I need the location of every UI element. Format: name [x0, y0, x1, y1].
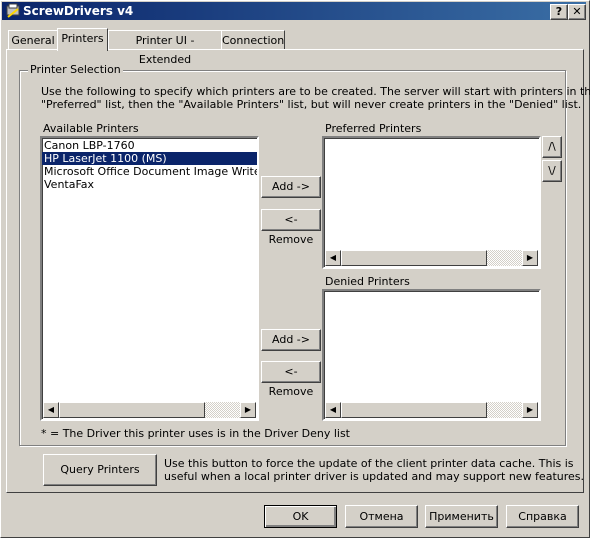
title-bar[interactable]: ScrewDrivers v4 ? ✕ [2, 2, 586, 20]
available-printers-list[interactable]: Canon LBP-1760 HP LaserJet 1100 (MS) Mic… [40, 136, 259, 421]
list-item[interactable]: Canon LBP-1760 [42, 139, 257, 152]
app-icon [5, 3, 21, 19]
cancel-button[interactable]: Отмена [345, 505, 418, 528]
scroll-right-arrow-icon[interactable]: ▶ [522, 402, 538, 418]
list-item-selected[interactable]: HP LaserJet 1100 (MS) [42, 152, 257, 165]
close-button[interactable]: ✕ [568, 4, 586, 20]
tab-connection[interactable]: Connection [221, 30, 285, 49]
list-item[interactable]: VentaFax [42, 178, 257, 191]
apply-button[interactable]: Применить [425, 505, 498, 528]
query-printers-button[interactable]: Query Printers [43, 454, 157, 486]
move-up-button[interactable]: /\ [542, 136, 562, 158]
description-line-1: Use the following to specify which print… [41, 85, 590, 98]
move-down-button[interactable]: \/ [542, 160, 562, 182]
window-title: ScrewDrivers v4 [23, 4, 134, 18]
query-help-line-2: useful when a local printer driver is up… [164, 470, 585, 483]
scroll-thumb[interactable] [341, 250, 487, 266]
add-preferred-button[interactable]: Add -> [261, 176, 321, 198]
add-denied-button[interactable]: Add -> [261, 329, 321, 351]
group-label: Printer Selection [28, 63, 123, 76]
denied-printers-label: Denied Printers [325, 275, 410, 288]
preferred-printers-list[interactable]: ◀ ▶ [322, 136, 541, 269]
tab-printer-ui-extended[interactable]: Printer UI - Extended [108, 30, 222, 66]
help-button[interactable]: Справка [506, 505, 579, 528]
available-printers-label: Available Printers [43, 122, 139, 135]
tab-general[interactable]: General [8, 30, 58, 49]
query-help-line-1: Use this button to force the update of t… [164, 457, 574, 470]
scroll-left-arrow-icon[interactable]: ◀ [325, 402, 341, 418]
description-line-2: "Preferred" list, then the "Available Pr… [41, 98, 582, 111]
denied-printers-list[interactable]: ◀ ▶ [322, 289, 541, 421]
remove-denied-button[interactable]: <- Remove [261, 361, 321, 398]
scroll-thumb[interactable] [59, 402, 205, 418]
scroll-right-arrow-icon[interactable]: ▶ [522, 250, 538, 266]
scroll-left-arrow-icon[interactable]: ◀ [325, 250, 341, 266]
horizontal-scrollbar[interactable]: ◀ ▶ [325, 250, 538, 266]
scroll-thumb[interactable] [341, 402, 487, 418]
remove-preferred-button[interactable]: <- Remove [261, 209, 321, 246]
scroll-right-arrow-icon[interactable]: ▶ [240, 402, 256, 418]
tab-printers[interactable]: Printers [57, 28, 108, 51]
driver-deny-note: * = The Driver this printer uses is in t… [41, 427, 350, 440]
preferred-printers-label: Preferred Printers [325, 122, 422, 135]
ok-button[interactable]: OK [264, 505, 337, 528]
scroll-left-arrow-icon[interactable]: ◀ [43, 402, 59, 418]
horizontal-scrollbar[interactable]: ◀ ▶ [43, 402, 256, 418]
list-item[interactable]: Microsoft Office Document Image Writer [42, 165, 257, 178]
horizontal-scrollbar[interactable]: ◀ ▶ [325, 402, 538, 418]
help-title-button[interactable]: ? [550, 4, 568, 20]
